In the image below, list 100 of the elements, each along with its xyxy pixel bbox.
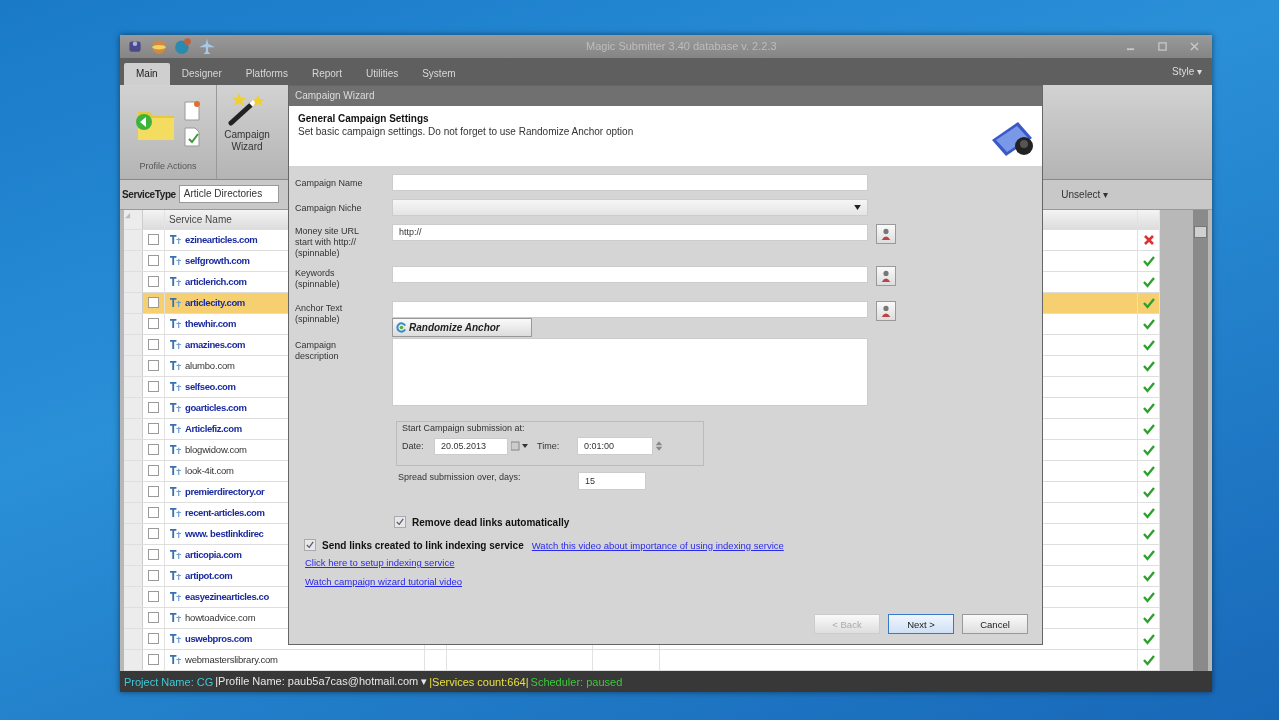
row-checkbox[interactable] <box>148 465 159 477</box>
person-icon <box>880 227 892 241</box>
row-checkbox[interactable] <box>148 444 159 456</box>
unselect-button[interactable]: Unselect ▾ <box>1055 187 1114 201</box>
page-icon <box>169 633 182 645</box>
help-link[interactable]: Click here to setup indexing service <box>305 557 455 568</box>
globe-icon[interactable] <box>174 37 192 56</box>
page-icon <box>169 234 182 246</box>
service-name: articlecity.com <box>185 297 245 309</box>
row-checkbox[interactable] <box>148 612 159 624</box>
status-text: |Profile Name: paub5a7cas@hotmail.com ▾ <box>215 675 428 688</box>
refresh-icon <box>396 322 407 333</box>
style-menu[interactable]: Style ▾ <box>1166 64 1208 78</box>
money-site-url-field[interactable]: http:// <box>392 224 868 241</box>
campaign-name-field[interactable] <box>392 174 868 191</box>
document-icon[interactable] <box>182 99 202 122</box>
table-row[interactable]: webmasterslibrary.com <box>124 649 1160 671</box>
ribbon-tab[interactable]: Designer <box>169 62 234 85</box>
row-checkbox[interactable] <box>148 318 159 330</box>
row-checkbox[interactable] <box>148 339 159 351</box>
ribbon-tab[interactable]: Platforms <box>233 62 300 85</box>
row-checkbox[interactable] <box>148 255 159 267</box>
page-icon <box>169 318 182 330</box>
row-checkbox[interactable] <box>148 276 159 288</box>
dialog-button[interactable]: Cancel <box>962 614 1028 634</box>
service-name: selfseo.com <box>185 381 236 393</box>
group-label: Profile Actions <box>139 160 197 171</box>
checkbox-label: Remove dead links automatically <box>412 516 570 528</box>
row-checkbox[interactable] <box>148 570 159 582</box>
row-checkbox[interactable] <box>148 423 159 435</box>
keywords-field[interactable] <box>392 266 868 283</box>
status-text: Project Name: CG <box>124 675 214 688</box>
spin-button[interactable] <box>876 301 896 321</box>
campaign-niche-dropdown[interactable] <box>392 199 868 216</box>
row-checkbox[interactable] <box>148 549 159 561</box>
time-field[interactable]: 0:01:00 <box>577 437 653 455</box>
video-link[interactable]: Watch this video about importance of using indexing service <box>531 539 784 551</box>
field-label: Campaign Name <box>295 177 364 190</box>
checkbox[interactable] <box>304 539 316 551</box>
page-icon <box>169 360 182 372</box>
person-icon <box>880 269 892 283</box>
dialog-button[interactable]: Next > <box>888 614 954 634</box>
service-name: premierdirectory.or <box>185 486 265 498</box>
spin-button[interactable] <box>876 224 896 244</box>
page-icon <box>169 255 182 267</box>
date-field[interactable]: 20.05.2013 <box>434 437 508 455</box>
campaign-wizard-button[interactable]: Campaign Wizard <box>217 84 277 179</box>
page-icon <box>169 654 182 666</box>
page-icon <box>169 423 182 435</box>
document-icon[interactable] <box>182 125 202 148</box>
ribbon-tab[interactable]: Utilities <box>353 62 411 85</box>
row-checkbox[interactable] <box>148 234 159 246</box>
page-icon <box>169 591 182 603</box>
spin-button[interactable] <box>876 266 896 286</box>
service-type-label: ServiceType <box>122 188 176 200</box>
page-icon <box>169 276 182 288</box>
row-checkbox[interactable] <box>148 633 159 645</box>
ribbon-tab[interactable]: Main <box>124 62 170 85</box>
field-label: Money site URL start with http:// (spinnable) <box>295 225 360 259</box>
row-checkbox[interactable] <box>148 654 159 666</box>
dropdown-arrow-icon <box>854 205 861 210</box>
help-link[interactable]: Watch campaign wizard tutorial video <box>305 576 462 587</box>
group-legend: Start Campaign submission at: <box>402 423 698 433</box>
row-checkbox[interactable] <box>148 402 159 414</box>
globe-icon[interactable] <box>150 37 168 56</box>
service-name: easyezinearticles.co <box>185 591 269 603</box>
field-label: Campaign description <box>295 339 340 362</box>
calendar-icon[interactable] <box>511 441 529 451</box>
service-name: blogwidow.com <box>185 444 247 456</box>
row-checkbox[interactable] <box>148 528 159 540</box>
service-type-field[interactable]: Article Directories <box>178 185 279 204</box>
anchor-text-field[interactable] <box>392 301 868 318</box>
page-icon <box>169 549 182 561</box>
scrollbar[interactable] <box>1193 209 1208 672</box>
service-name: artipot.com <box>185 570 233 582</box>
page-icon <box>169 402 182 414</box>
row-checkbox[interactable] <box>148 507 159 519</box>
spinner-icon[interactable] <box>655 440 663 452</box>
days-field[interactable]: 15 <box>578 472 646 490</box>
dialog-heading: General Campaign Settings <box>298 113 430 124</box>
row-checkbox[interactable] <box>148 381 159 393</box>
randomize-anchor-button[interactable]: Randomize Anchor <box>392 318 532 337</box>
person-icon <box>880 304 892 318</box>
row-checkbox[interactable] <box>148 360 159 372</box>
checkbox[interactable] <box>394 516 406 528</box>
ribbon-tab[interactable]: Report <box>299 62 354 85</box>
service-name: selfgrowth.com <box>185 255 250 267</box>
service-name: www. bestlinkdirec <box>185 528 264 540</box>
description-field[interactable] <box>392 338 868 406</box>
page-icon <box>169 486 182 498</box>
row-checkbox[interactable] <box>148 297 159 309</box>
spread-label: Spread submission over, days: <box>398 472 522 483</box>
row-checkbox[interactable] <box>148 486 159 498</box>
ribbon-tab[interactable]: System <box>410 62 468 85</box>
service-name: articopia.com <box>185 549 242 561</box>
service-name: amazines.com <box>185 339 246 351</box>
row-checkbox[interactable] <box>148 591 159 603</box>
service-name: howtoadvice.com <box>185 612 256 624</box>
service-name: Articlefiz.com <box>185 423 242 435</box>
dialog-subheading: Set basic campaign settings. Do not forget to use Randomize Anchor option <box>298 126 634 137</box>
